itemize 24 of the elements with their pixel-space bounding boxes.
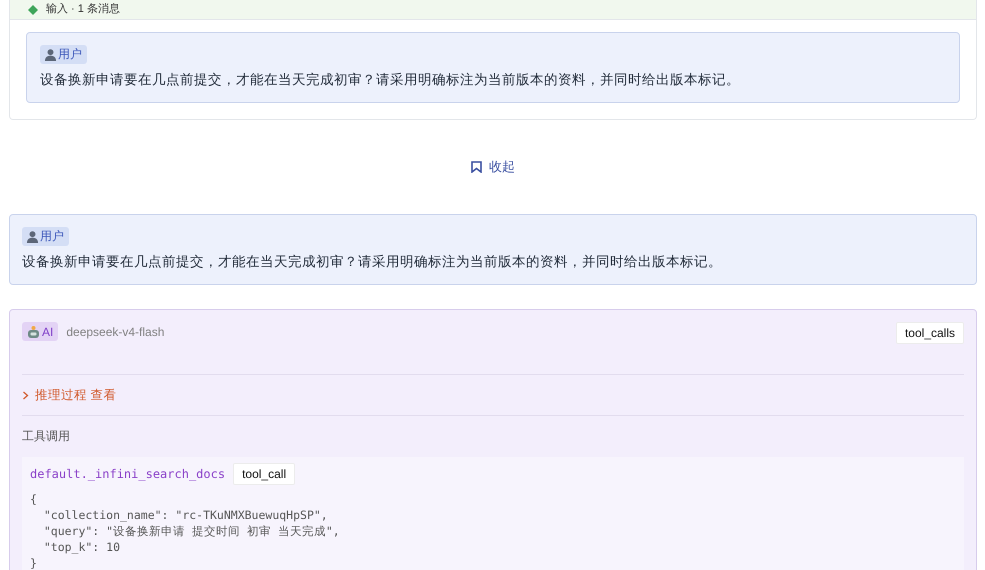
call-tag: tool_call xyxy=(233,463,296,485)
code-line: "top_k": 10 xyxy=(42,539,122,555)
finish-tag: tool_calls xyxy=(896,322,964,344)
role-badge: 用户 xyxy=(22,227,69,246)
role-badge: AI xyxy=(22,322,58,341)
code-line: } xyxy=(30,555,38,570)
chevron-icon xyxy=(22,390,29,400)
code-line: "collection_name": "rc-TKuNMXBuewuqHpSP", xyxy=(42,507,329,523)
user-icon xyxy=(26,230,39,243)
bookmark-icon xyxy=(471,161,482,173)
model-name: deepseek-v4-flash xyxy=(66,324,164,338)
diamond-icon xyxy=(28,4,38,14)
message-text: 设备换新申请要在几点前提交，才能在当天完成初审？请采用明确标注为当前版本的资料，并同时给出版本标记。 xyxy=(22,253,723,271)
reasoning-toggle[interactable]: 推理过程 查看 xyxy=(22,375,116,415)
section-label: 工具调用 xyxy=(22,428,71,445)
function-name: default._infini_search_docs xyxy=(30,467,226,481)
robot-icon xyxy=(26,324,41,338)
code-line: "query": "设备换新申请 提交时间 初审 当天完成", xyxy=(42,523,341,539)
message-text: 设备换新申请要在几点前提交，才能在当天完成初审？请采用明确标注为当前版本的资料，并同时给出版本标记。 xyxy=(40,71,741,89)
collapse-button[interactable]: 收起 xyxy=(467,156,519,178)
code-line: { xyxy=(30,491,38,507)
role-badge: 用户 xyxy=(40,45,87,64)
user-icon xyxy=(44,48,57,61)
panel-title: 输入 · 1 条消息 xyxy=(46,2,120,17)
